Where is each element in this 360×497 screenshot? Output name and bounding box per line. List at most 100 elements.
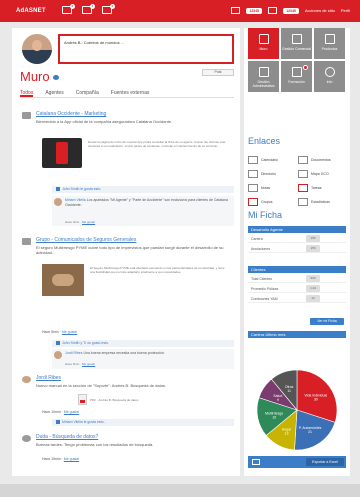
post-item: Grupo - Comunicados de Seguros Generales… xyxy=(20,236,234,370)
tab-compania[interactable]: Compañía xyxy=(76,88,99,97)
tile-label: Muro xyxy=(259,47,268,51)
tile-info[interactable]: Info xyxy=(314,61,345,92)
top-bar: AdASNET 3 1 2 12345 12345 Acciones de si… xyxy=(0,0,360,22)
comment-body: Los apartados "Mi Agente" y "Parte de Ac… xyxy=(65,198,228,207)
thumbs-up-icon xyxy=(56,187,60,192)
tile-productos[interactable]: Productos xyxy=(314,28,345,59)
link-label: Directorio xyxy=(261,172,276,176)
page-title: Muro xyxy=(20,69,59,84)
comment-author[interactable]: Miriam Vilella xyxy=(65,198,86,202)
post-title[interactable]: Duda - Búsqueda de datos? xyxy=(36,434,98,440)
profile-menu[interactable]: Perfil xyxy=(341,8,350,13)
post-title[interactable]: Grupo - Comunicados de Seguros Generales xyxy=(36,237,136,243)
like-link[interactable]: Me gusta! xyxy=(64,410,79,414)
enlaces-title: Enlaces xyxy=(248,136,281,146)
ficha-row: Anulaciones 156 xyxy=(248,244,346,253)
mail-icon[interactable]: 3 xyxy=(62,4,75,14)
link-calendario[interactable]: Calendario xyxy=(248,154,297,166)
post-input[interactable]: Andrés B.: Cuéntos de mundos ... xyxy=(58,34,234,64)
comment-time: Hace 3min · xyxy=(65,220,83,224)
comment-author[interactable]: Jordi Ribes xyxy=(65,351,83,355)
box-icon xyxy=(324,34,335,44)
like-link[interactable]: Me gusta! xyxy=(82,220,95,224)
calendar-icon xyxy=(248,156,258,165)
tile-formacion[interactable]: Formación xyxy=(281,61,312,92)
comment-text: Jordi Ribes Una buena empresa necesita u… xyxy=(65,351,231,356)
alert-count: 1 xyxy=(90,4,95,9)
pie-label-value-3: 16 xyxy=(272,415,276,419)
like-link[interactable]: Me gusta! xyxy=(62,330,77,334)
link-label: Grupos xyxy=(261,200,273,204)
link-documentos[interactable]: Documentos xyxy=(298,154,347,166)
bottom-band xyxy=(0,484,360,497)
like-bar: John Smith y Tí os gustó esto. xyxy=(52,340,234,347)
link-mapa-gco[interactable]: Mapa GCO xyxy=(298,168,347,180)
pie-chart: Vida Individual 30 P. Automóviles 21 Hogar 13… xyxy=(248,366,346,456)
site-actions-menu[interactable]: Acciones de sitio xyxy=(305,8,335,13)
tile-label: Gestión Administrativa xyxy=(252,80,275,88)
link-notas[interactable]: Notas xyxy=(248,182,297,194)
folder-icon xyxy=(258,67,269,77)
post-item: Duda - Búsqueda de datos? Buenas tardes.… xyxy=(20,433,234,469)
like-text: Miriam Vilella le gusta esto. xyxy=(62,420,105,424)
counter-pill-2[interactable]: 12345 xyxy=(283,7,299,14)
post-text: Bienvenido a la App oficial de la compañ… xyxy=(36,119,173,124)
like-link[interactable]: Me gusta! xyxy=(64,457,79,461)
calendar-icon[interactable] xyxy=(268,7,278,14)
group-icon xyxy=(22,238,31,245)
tile-label: Productos xyxy=(321,47,338,51)
tile-muro[interactable]: Muro xyxy=(248,28,279,59)
stats-icon[interactable] xyxy=(231,7,241,14)
post-button[interactable]: Post xyxy=(202,69,234,76)
link-label: Tareas xyxy=(311,186,322,190)
tab-fuentes-externas[interactable]: Fuentes externas xyxy=(111,88,150,97)
alert-icon[interactable]: 1 xyxy=(82,4,95,14)
ficha-row: Cartera 155 xyxy=(248,234,346,243)
like-link[interactable]: Me gusta! xyxy=(82,362,95,366)
tile-gestion-comercial[interactable]: Gestión Comercial xyxy=(281,28,312,59)
tab-agentes[interactable]: Agentes xyxy=(45,88,63,97)
excel-icon xyxy=(252,459,260,465)
like-bar: John Smith le gusta esto. xyxy=(52,186,234,193)
post-item: Catalana Occidente - Marketing Bienvenid… xyxy=(20,110,234,234)
ver-ficha-button[interactable]: Ver mi Ficha xyxy=(310,318,344,325)
link-label: Estadísticas xyxy=(311,200,330,204)
top-icons: 3 1 2 xyxy=(62,4,115,14)
user-avatar xyxy=(22,376,31,383)
cartera-header: Cartera Último mes xyxy=(248,331,346,338)
post-meta: Hace 5min · Me gusta! xyxy=(42,330,77,334)
link-directorio[interactable]: Directorio xyxy=(248,168,297,180)
post-title[interactable]: Jordi Ribes xyxy=(36,375,61,381)
export-excel-button[interactable]: Exportar a Excel xyxy=(306,458,344,466)
flag-icon[interactable]: 2 xyxy=(102,4,115,14)
post-time: Hace 10min · xyxy=(42,410,64,414)
row-label: Anulaciones xyxy=(251,247,271,251)
row-value: 156 xyxy=(306,245,320,252)
comment-time: Hace 5min · xyxy=(65,362,83,366)
row-label: Promedio Pólizas xyxy=(251,287,279,291)
counter-pill-1[interactable]: 12345 xyxy=(246,7,263,14)
attachment-name[interactable]: PDF - Andrés B. Búsqueda de datos xyxy=(90,398,138,402)
directory-icon xyxy=(248,170,258,179)
row-value: 900 xyxy=(306,275,320,282)
row-label: Cartera xyxy=(251,237,263,241)
post-meta: Hace 15min · Me gusta! xyxy=(42,457,79,461)
post-title[interactable]: Catalana Occidente - Marketing xyxy=(36,111,106,117)
tile-gestion-administrativa[interactable]: Gestión Administrativa xyxy=(248,61,279,92)
link-estadisticas[interactable]: Estadísticas xyxy=(298,196,347,208)
stats-icon xyxy=(298,198,308,207)
notes-icon xyxy=(248,184,258,193)
tab-bar: Todos Agentes Compañía Fuentes externas xyxy=(20,88,234,98)
link-grupos[interactable]: Grupos xyxy=(248,196,297,208)
thumbs-up-icon xyxy=(56,420,60,425)
link-label: Documentos xyxy=(311,158,331,162)
mail-count: 3 xyxy=(70,4,75,9)
phone-app-image xyxy=(42,138,82,168)
link-tareas[interactable]: Tareas xyxy=(298,182,347,194)
pdf-icon[interactable] xyxy=(78,394,87,405)
clients-section-header: Clientes xyxy=(248,266,346,273)
pie-label-value-4: 9 xyxy=(277,398,279,402)
tab-todos[interactable]: Todos xyxy=(20,88,34,97)
comment: Miriam Vilella Los apartados "Mi Agente"… xyxy=(52,196,234,226)
row-label: Total Clientes xyxy=(251,277,273,281)
